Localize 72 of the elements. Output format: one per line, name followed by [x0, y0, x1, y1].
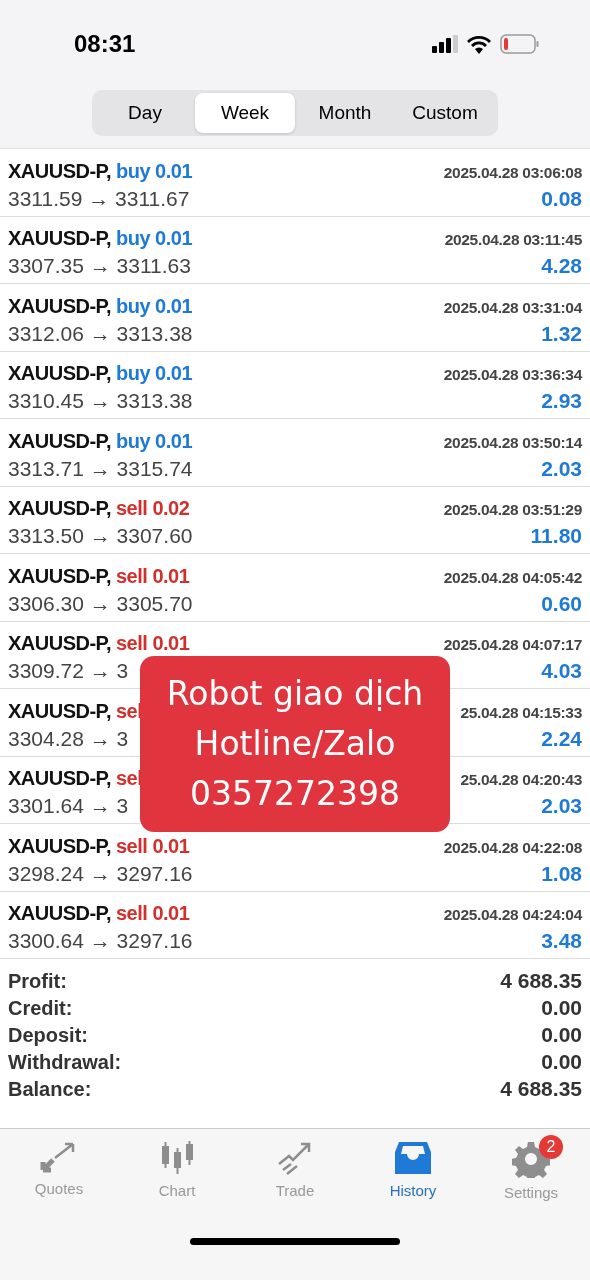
- deal-prices: 3304.28 → 3: [8, 726, 129, 751]
- deal-prices: 3298.24 → 3297.16: [8, 861, 193, 886]
- notification-badge: 2: [539, 1135, 563, 1159]
- deal-profit: 0.60: [541, 591, 582, 616]
- deal-prices: 3311.59 → 3311.67: [8, 186, 190, 211]
- sticker-text: 0357272398: [190, 773, 400, 815]
- summary-label: Profit:: [8, 970, 67, 993]
- deal-prices: 3309.72 → 3: [8, 659, 129, 684]
- deal-prices: 3307.35 → 3311.63: [8, 254, 191, 279]
- deal-time: 25.04.28 04:20:43: [460, 771, 582, 790]
- deal-profit: 4.03: [541, 659, 582, 684]
- period-tab[interactable]: Week: [195, 93, 295, 133]
- wifi-icon: [466, 34, 492, 54]
- deal-prices: 3310.45 → 3313.38: [8, 389, 193, 414]
- summary-value: 4 688.35: [500, 1077, 582, 1101]
- deal-title: XAUUSD-P, sell 0.01: [8, 834, 190, 858]
- deal-profit: 2.24: [541, 726, 582, 751]
- period-tab[interactable]: Month: [295, 93, 395, 133]
- deal-prices: 3300.64 → 3297.16: [8, 929, 193, 954]
- deal-profit: 3.48: [541, 929, 582, 954]
- deal-prices: 3313.71 → 3315.74: [8, 456, 193, 481]
- period-tab[interactable]: Custom: [395, 93, 495, 133]
- deal-title: XAUUSD-P, buy 0.01: [8, 429, 193, 453]
- sticker-text: Hotline/Zalo: [194, 723, 396, 765]
- deal-time: 2025.04.28 04:22:08: [443, 838, 582, 857]
- summary-value: 0.00: [541, 1050, 582, 1074]
- deal-time: 2025.04.28 03:50:14: [443, 433, 582, 452]
- deal-title: XAUUSD-P, buy 0.01: [8, 294, 193, 318]
- summary-value: 0.00: [541, 996, 582, 1020]
- deal-title: XAUUSD-P, buy 0.01: [8, 159, 193, 183]
- deal-profit: 2.03: [541, 794, 582, 819]
- deal-profit: 4.28: [541, 254, 582, 279]
- deal-title: XAUUSD-P, sell 0.01: [8, 632, 190, 656]
- summary-label: Balance:: [8, 1078, 92, 1101]
- deal-prices: 3301.64 → 3: [8, 794, 129, 819]
- clock: 08:31: [74, 30, 136, 58]
- deal-profit: 2.03: [541, 456, 582, 481]
- deal-title: XAUUSD-P, sell 0.02: [8, 497, 190, 521]
- summary-value: 0.00: [541, 1023, 582, 1047]
- nav-tab[interactable]: Trade: [245, 1139, 345, 1202]
- deal-title: XAUUSD-P, sell 0.01: [8, 564, 190, 588]
- deal-title: XAUUSD-P, sell 0.01: [8, 902, 190, 926]
- summary-label: Deposit:: [8, 1024, 88, 1047]
- summary-label: Credit:: [8, 997, 73, 1020]
- deal-time: 2025.04.28 03:36:34: [443, 366, 582, 385]
- deal-time: 2025.04.28 03:11:45: [444, 231, 582, 250]
- deal-prices: 3312.06 → 3313.38: [8, 321, 193, 346]
- deal-profit: 2.93: [541, 389, 582, 414]
- deal-title: XAUUSD-P, buy 0.01: [8, 362, 193, 386]
- deal-profit: 11.80: [530, 524, 582, 549]
- deal-profit: 1.08: [541, 861, 582, 886]
- deal-time: 2025.04.28 04:24:04: [443, 906, 582, 925]
- summary-value: 4 688.35: [500, 969, 582, 993]
- deal-time: 2025.04.28 03:31:04: [443, 298, 582, 317]
- deal-time: 2025.04.28 04:05:42: [443, 568, 582, 587]
- deal-prices: 3306.30 → 3305.70: [8, 591, 193, 616]
- deal-time: 2025.04.28 04:07:17: [443, 636, 582, 655]
- deal-profit: 0.08: [541, 186, 582, 211]
- deal-time: 25.04.28 04:15:33: [460, 703, 582, 722]
- period-tab[interactable]: Day: [95, 93, 195, 133]
- deal-time: 2025.04.28 03:51:29: [443, 501, 582, 520]
- nav-tab[interactable]: History: [363, 1139, 463, 1202]
- deal-time: 2025.04.28 03:06:08: [443, 163, 582, 182]
- nav-tab[interactable]: Quotes: [9, 1139, 109, 1202]
- signal-icon: [432, 35, 458, 53]
- deal-profit: 1.32: [541, 321, 582, 346]
- nav-tab[interactable]: Chart: [127, 1139, 227, 1202]
- summary-label: Withdrawal:: [8, 1051, 122, 1074]
- deal-title: XAUUSD-P, buy 0.01: [8, 227, 193, 251]
- deal-prices: 3313.50 → 3307.60: [8, 524, 193, 549]
- inbox-tray-icon: [393, 1140, 433, 1176]
- sticker-text: Robot giao dịch: [166, 673, 424, 715]
